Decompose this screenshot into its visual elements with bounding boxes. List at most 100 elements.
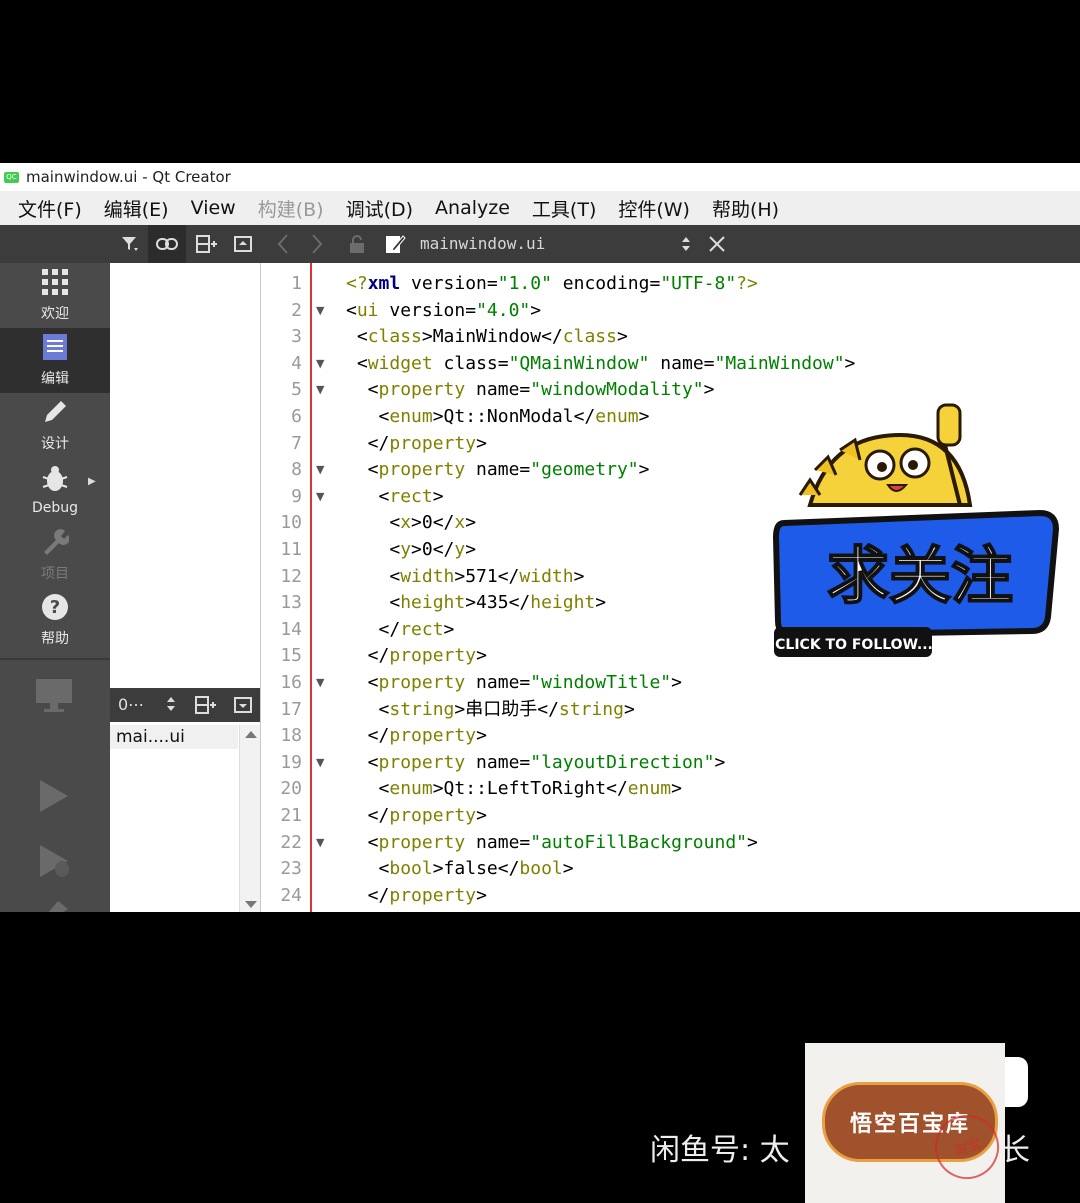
- code-line[interactable]: </property>: [346, 803, 487, 829]
- fold-toggle-icon[interactable]: ▼: [316, 457, 324, 483]
- code-line[interactable]: <property name="autoFillBackground">: [346, 830, 758, 856]
- line-number: 24: [280, 884, 302, 906]
- fold-toggle-icon[interactable]: ▼: [316, 298, 324, 324]
- open-docs-label[interactable]: 0⋯: [118, 695, 144, 714]
- code-token: property: [378, 751, 466, 773]
- fold-toggle-icon[interactable]: ▼: [316, 750, 324, 776]
- monitor-icon[interactable]: [34, 675, 74, 719]
- close-pane-icon[interactable]: [226, 225, 260, 263]
- updown-icon[interactable]: [165, 694, 177, 718]
- code-token: >0</: [411, 512, 455, 534]
- code-line[interactable]: <class>MainWindow</class>: [346, 324, 628, 350]
- split-add-icon[interactable]: [188, 225, 224, 263]
- code-token: height: [530, 592, 596, 614]
- filter-icon[interactable]: [112, 225, 148, 263]
- scroll-down-icon[interactable]: [245, 901, 257, 908]
- code-token: property: [389, 725, 477, 747]
- code-token: >MainWindow</: [421, 326, 563, 348]
- file-tab-name[interactable]: mainwindow.ui: [420, 225, 545, 263]
- code-line[interactable]: <enum>Qt::NonModal</enum>: [346, 404, 650, 430]
- code-line[interactable]: <height>435</height>: [346, 590, 606, 616]
- mode-edit[interactable]: 编辑: [0, 328, 110, 393]
- close-icon[interactable]: [702, 225, 732, 263]
- code-line[interactable]: <bool>false</bool>: [346, 856, 574, 882]
- menu-item[interactable]: 构建(B): [258, 195, 324, 222]
- code-token: name=: [649, 352, 715, 374]
- code-line[interactable]: </property>: [346, 723, 487, 749]
- follow-sticker: 求关注 CLICK TO FOLLOW...: [770, 395, 1070, 665]
- code-line[interactable]: <enum>Qt::LeftToRight</enum>: [346, 776, 683, 802]
- code-token: property: [389, 805, 477, 826]
- fold-toggle-icon[interactable]: ▼: [316, 351, 324, 377]
- chevron-left-icon[interactable]: [268, 225, 298, 263]
- fold-toggle-icon[interactable]: ▼: [316, 484, 324, 510]
- code-line[interactable]: <?xml version="1.0" encoding="UTF-8"?>: [346, 271, 758, 297]
- code-token: <: [346, 326, 368, 348]
- line-number: 17: [280, 698, 302, 720]
- code-token: property: [378, 379, 466, 401]
- build-icon[interactable]: [44, 898, 74, 912]
- code-line[interactable]: <ui version="4.0">: [346, 298, 541, 324]
- fold-toggle-icon[interactable]: ▼: [316, 830, 324, 856]
- code-line[interactable]: <x>0</x>: [346, 510, 476, 536]
- code-line[interactable]: </rect>: [346, 617, 455, 643]
- open-document-item[interactable]: mai....ui: [110, 725, 238, 749]
- code-token: >: [595, 592, 607, 614]
- menu-item[interactable]: 工具(T): [532, 195, 596, 222]
- code-token: >: [747, 831, 758, 853]
- code-line[interactable]: </property>: [346, 431, 487, 457]
- run-icon[interactable]: [38, 778, 70, 818]
- code-line[interactable]: </property>: [346, 643, 487, 669]
- line-number: 10: [280, 512, 302, 534]
- code-line[interactable]: <property name="windowModality">: [346, 377, 715, 403]
- line-number: 2: [291, 299, 302, 321]
- split-add-icon[interactable]: [194, 695, 216, 719]
- code-line[interactable]: <widget class="QMainWindow" name="MainWi…: [346, 351, 856, 377]
- close-pane-icon[interactable]: [234, 697, 252, 717]
- mode-design[interactable]: 设计: [0, 393, 110, 458]
- mode-debug[interactable]: Debug ▶: [0, 458, 110, 523]
- scroll-up-icon[interactable]: [245, 731, 257, 738]
- code-line[interactable]: </property>: [346, 883, 487, 909]
- code-token: >Qt::LeftToRight</: [432, 778, 628, 800]
- code-line[interactable]: <string>串口助手</string>: [346, 697, 635, 723]
- menu-item[interactable]: 调试(D): [346, 195, 413, 222]
- code-token: <: [346, 698, 390, 720]
- scrollbar[interactable]: [239, 725, 260, 912]
- code-token: >: [714, 751, 726, 773]
- menu-item[interactable]: Analyze: [435, 197, 510, 219]
- line-number: 3: [291, 326, 302, 348]
- code-token: >: [476, 884, 487, 906]
- link-icon[interactable]: [148, 225, 186, 263]
- mode-welcome[interactable]: 欢迎: [0, 263, 110, 328]
- fold-toggle-icon[interactable]: ▼: [316, 670, 324, 696]
- code-token: name=: [465, 831, 531, 853]
- code-line[interactable]: <property name="geometry">: [346, 457, 650, 483]
- code-token: class: [562, 326, 617, 348]
- code-token: <: [346, 751, 379, 773]
- code-line[interactable]: <property name="windowTitle">: [346, 670, 682, 696]
- code-token: >: [623, 698, 635, 720]
- bug-icon: [41, 465, 69, 500]
- code-line[interactable]: <property name="layoutDirection">: [346, 750, 726, 776]
- menu-item[interactable]: 控件(W): [618, 195, 690, 222]
- code-token: ?>: [736, 273, 758, 294]
- code-token: enum: [627, 778, 672, 800]
- debug-run-icon[interactable]: [38, 843, 72, 883]
- code-line[interactable]: <y>0</y>: [346, 537, 476, 563]
- code-token: enum: [389, 406, 433, 427]
- code-token: property: [378, 672, 466, 693]
- code-line[interactable]: <width>571</width>: [346, 564, 584, 590]
- code-token: >false</: [432, 858, 520, 880]
- fold-toggle-icon[interactable]: ▼: [316, 377, 324, 403]
- file-switch-icon[interactable]: [676, 225, 696, 263]
- line-number: 19: [280, 751, 302, 773]
- menu-item[interactable]: View: [191, 197, 236, 219]
- watermark-text: 闲鱼号: 太: [650, 1133, 790, 1168]
- menu-item[interactable]: 文件(F): [18, 195, 82, 222]
- chevron-right-icon[interactable]: [302, 225, 332, 263]
- code-line[interactable]: <rect>: [346, 484, 444, 510]
- menu-item[interactable]: 帮助(H): [712, 195, 779, 222]
- mode-help[interactable]: ? 帮助: [0, 588, 110, 653]
- menu-item[interactable]: 编辑(E): [104, 195, 169, 222]
